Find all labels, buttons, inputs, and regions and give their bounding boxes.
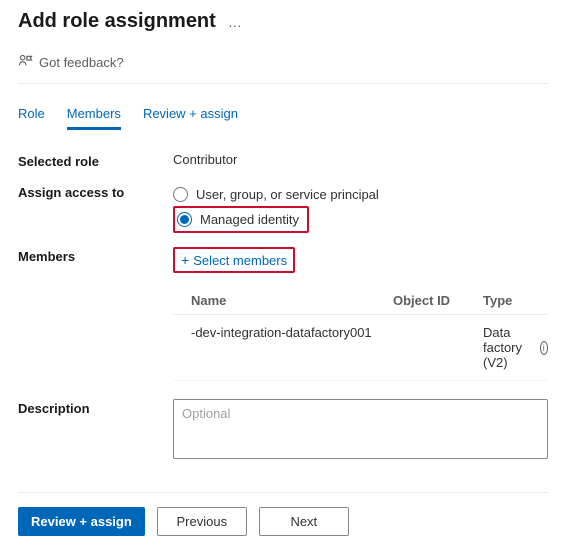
feedback-text: Got feedback? [39, 55, 124, 70]
cell-object-id [393, 325, 483, 370]
radio-managed-identity[interactable]: Managed identity [177, 210, 299, 229]
radio-managed-input[interactable] [177, 212, 192, 227]
label-description: Description [18, 399, 173, 416]
feedback-icon [18, 53, 33, 71]
select-members-link[interactable]: + Select members [181, 252, 287, 268]
plus-icon: + [181, 252, 189, 268]
th-name: Name [173, 293, 393, 308]
select-members-text: Select members [193, 253, 287, 268]
table-header: Name Object ID Type [173, 287, 548, 315]
members-table: Name Object ID Type -dev-integration-dat… [173, 287, 548, 381]
label-selected-role: Selected role [18, 152, 173, 169]
info-icon[interactable]: i [540, 341, 548, 355]
label-assign-access: Assign access to [18, 183, 173, 200]
tab-review[interactable]: Review + assign [143, 106, 238, 130]
feedback-link[interactable]: Got feedback? [18, 47, 548, 84]
row-selected-role: Selected role Contributor [18, 152, 548, 169]
tab-members[interactable]: Members [67, 106, 121, 130]
footer-actions: Review + assign Previous Next [18, 492, 548, 536]
radio-user-group[interactable]: User, group, or service principal [173, 183, 548, 206]
tab-role[interactable]: Role [18, 106, 45, 130]
row-members: Members + Select members [18, 247, 548, 273]
radio-user-input[interactable] [173, 187, 188, 202]
page-header: Add role assignment … [18, 10, 548, 33]
cell-type: Data factory (V2) [483, 325, 536, 370]
radio-managed-label: Managed identity [200, 212, 299, 227]
page-title: Add role assignment [18, 10, 216, 33]
table-row[interactable]: -dev-integration-datafactory001 Data fac… [173, 315, 548, 381]
description-input[interactable] [173, 399, 548, 459]
previous-button[interactable]: Previous [157, 507, 247, 536]
highlight-select-members: + Select members [173, 247, 295, 273]
tab-bar: Role Members Review + assign [18, 90, 548, 130]
row-assign-access: Assign access to User, group, or service… [18, 183, 548, 233]
review-assign-button[interactable]: Review + assign [18, 507, 145, 536]
radio-user-label: User, group, or service principal [196, 187, 379, 202]
th-type: Type [483, 293, 548, 308]
highlight-managed-identity: Managed identity [173, 206, 309, 233]
th-object-id: Object ID [393, 293, 483, 308]
row-description: Description [18, 399, 548, 462]
label-members: Members [18, 247, 173, 264]
cell-name: -dev-integration-datafactory001 [173, 325, 393, 370]
next-button[interactable]: Next [259, 507, 349, 536]
more-icon[interactable]: … [228, 14, 244, 30]
value-selected-role: Contributor [173, 152, 548, 167]
